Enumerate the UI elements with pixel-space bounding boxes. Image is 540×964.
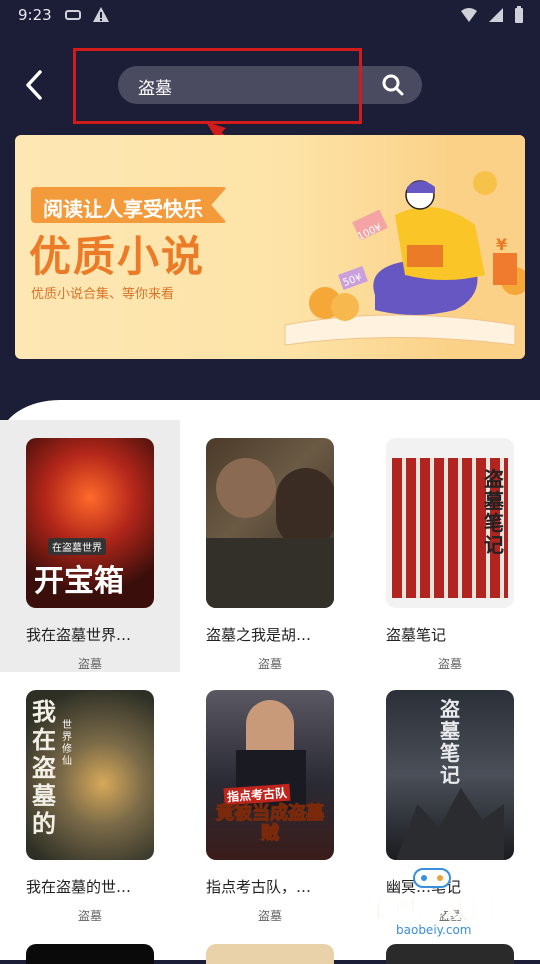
book-title[interactable]: 我在盗墓的世…	[26, 876, 131, 897]
banner-coin-symbol: ¥	[496, 235, 508, 254]
book-cover-text: 盗墓笔记	[484, 467, 504, 557]
book-card[interactable]: 我在盗墓的 世界修仙 我在盗墓的世… 盗墓	[0, 672, 180, 924]
banner-tag: 阅读让人享受快乐	[43, 197, 203, 221]
book-title[interactable]: 指点考古队，…	[206, 876, 311, 897]
book-card[interactable]: 在盗墓世界 开宝箱 我在盗墓世界… 盗墓	[0, 420, 180, 672]
book-cover-partial[interactable]	[206, 944, 334, 964]
banner-title: 优质小说	[29, 232, 206, 281]
book-card[interactable]: 盗墓笔记 盗墓笔记 盗墓	[360, 420, 540, 672]
watermark-url: baobeiy.com	[396, 923, 472, 937]
watermark-text: 宝贝游戏网	[365, 895, 497, 926]
book-cover-sub: 在盗墓世界	[48, 538, 106, 555]
book-title[interactable]: 盗墓笔记	[386, 624, 446, 645]
book-cover[interactable]: 我在盗墓的 世界修仙	[26, 690, 154, 860]
book-category: 盗墓	[77, 657, 102, 671]
book-category: 盗墓	[437, 657, 462, 671]
book-cover[interactable]: 盗墓笔记	[386, 438, 514, 608]
status-bar: 9:23	[0, 0, 540, 34]
back-arrow-icon[interactable]	[22, 68, 48, 102]
watermark: 宝贝游戏网 baobeiy.com	[362, 865, 512, 945]
book-cover[interactable]	[206, 438, 334, 608]
status-time: 9:23	[18, 6, 52, 24]
book-cover[interactable]: 在盗墓世界 开宝箱	[26, 438, 154, 608]
wifi-icon	[461, 8, 477, 22]
book-title[interactable]: 我在盗墓世界…	[26, 624, 131, 645]
book-cover-text: 盗墓笔记	[440, 697, 460, 787]
book-cover[interactable]: 指点考古队 竟被当成盗墓贼	[206, 690, 334, 860]
book-cover-text: 开宝箱	[34, 564, 124, 599]
book-category: 盗墓	[77, 909, 102, 923]
highlight-box	[73, 48, 362, 124]
banner-subtitle: 优质小说合集、等你来看	[31, 287, 175, 302]
alert-icon	[93, 7, 109, 22]
book-category: 盗墓	[257, 909, 282, 923]
notification-icon	[65, 10, 81, 20]
book-card[interactable]: 指点考古队 竟被当成盗墓贼 指点考古队，… 盗墓	[180, 672, 360, 924]
book-cover-sub: 世界修仙	[62, 720, 72, 767]
signal-icon	[489, 8, 503, 22]
book-title[interactable]: 盗墓之我是胡…	[206, 624, 311, 645]
battery-icon	[515, 6, 523, 23]
gamepad-icon	[413, 868, 451, 888]
book-cover[interactable]: 盗墓笔记	[386, 690, 514, 860]
book-card[interactable]: 盗墓之我是胡… 盗墓	[180, 420, 360, 672]
book-category: 盗墓	[257, 657, 282, 671]
promo-banner[interactable]: 100¥ 50¥ ¥ 阅读让人享受快乐 优质小说 优质小说合集、等你来看	[15, 135, 525, 359]
search-icon[interactable]	[382, 74, 404, 96]
book-cover-text: 竟被当成盗墓贼	[216, 803, 325, 844]
book-cover-text: 我在盗墓的	[32, 698, 56, 838]
book-cover-partial[interactable]	[386, 944, 514, 964]
book-cover-partial[interactable]	[26, 944, 154, 964]
